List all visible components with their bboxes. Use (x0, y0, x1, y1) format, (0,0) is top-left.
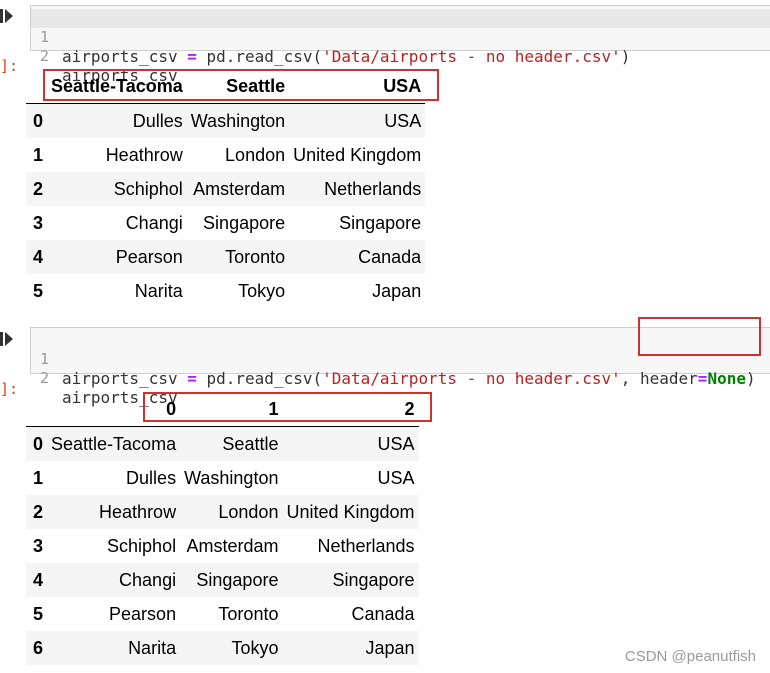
row-index: 4 (33, 569, 44, 590)
table-cell: Canada (358, 246, 422, 267)
table-row: 1 Heathrow London United Kingdom (26, 138, 425, 172)
table-cell: USA (377, 467, 415, 488)
column-header: Seattle (186, 69, 290, 104)
table-cell: Pearson (109, 603, 177, 624)
table-cell: Pearson (115, 246, 183, 267)
row-index: 3 (33, 535, 44, 556)
row-index: 5 (33, 280, 44, 301)
table-cell: Toronto (225, 246, 286, 267)
table-cell: London (218, 501, 279, 522)
table-row: 2 Heathrow London United Kingdom (26, 495, 419, 529)
table-header-row: 012 (26, 392, 419, 427)
row-index: 0 (33, 110, 44, 131)
table-cell: Japan (372, 280, 422, 301)
table-cell: London (225, 144, 286, 165)
index-header-cell (26, 69, 48, 104)
code-line: 1 airports_csv = pd.read_csv('Data/airpo… (31, 9, 770, 66)
index-header-cell (26, 392, 48, 427)
table-row: 6 Narita Tokyo Japan (26, 631, 419, 665)
line-number: 2 (39, 47, 49, 65)
table-row: 0 Dulles Washington USA (26, 103, 426, 138)
table-cell: Schiphol (107, 535, 177, 556)
run-cell-icon[interactable] (0, 8, 14, 24)
table-cell: Washington (184, 467, 279, 488)
table-cell: Heathrow (99, 501, 177, 522)
run-cell-icon[interactable] (0, 331, 14, 347)
row-index: 0 (33, 433, 44, 454)
output-prompt: ]: (0, 380, 19, 398)
code-line: 2 airports_csv (31, 28, 770, 85)
table-cell: Singapore (196, 569, 279, 590)
table-header-row: Seattle-Tacoma Seattle USA (26, 69, 426, 104)
row-index: 2 (33, 178, 44, 199)
table-row: 2 Schiphol Amsterdam Netherlands (26, 172, 426, 206)
table-row: 4 Pearson Toronto Canada (26, 240, 426, 274)
table-cell: Netherlands (317, 535, 415, 556)
table-cell: Seattle-Tacoma (51, 433, 177, 454)
column-header: 2 (282, 392, 419, 427)
column-header: 1 (180, 392, 283, 427)
code-line: 2 airports_csv (31, 350, 770, 407)
table-cell: Dulles (126, 467, 177, 488)
watermark: CSDN @peanutfish (624, 648, 756, 665)
table-cell: Singapore (203, 212, 286, 233)
table-row: 3 Schiphol Amsterdam Netherlands (26, 529, 419, 563)
table-cell: Tokyo (231, 637, 279, 658)
dataframe-output-1: Seattle-Tacoma Seattle USA 0 Dulles Washingt… (26, 69, 426, 308)
row-index: 1 (33, 144, 44, 165)
code-cell-1[interactable]: 1 airports_csv = pd.read_csv('Data/airpo… (30, 5, 770, 85)
table-cell: USA (384, 110, 422, 131)
row-index: 5 (33, 603, 44, 624)
table-row: 1 Dulles Washington USA (26, 461, 419, 495)
table-cell: Singapore (339, 212, 422, 233)
row-index: 2 (33, 501, 44, 522)
table-cell: United Kingdom (293, 144, 422, 165)
table-cell: Canada (351, 603, 415, 624)
dataframe-output-2: 012 0 Seattle-Tacoma Seattle USA 1 Dulles Wash… (26, 392, 419, 665)
table-cell: Changi (119, 569, 177, 590)
table-cell: Seattle (222, 433, 279, 454)
code-cell-2[interactable]: 1 airports_csv = pd.read_csv('Data/airpo… (30, 327, 770, 407)
table-cell: USA (377, 433, 415, 454)
line-number: 2 (39, 369, 49, 387)
table-row: 0 Seattle-Tacoma Seattle USA (26, 426, 419, 461)
table-cell: Japan (365, 637, 415, 658)
table-cell: United Kingdom (286, 501, 415, 522)
row-index: 6 (33, 637, 44, 658)
table-cell: Changi (125, 212, 183, 233)
column-header: Seattle-Tacoma (47, 69, 187, 104)
table-cell: Tokyo (238, 280, 286, 301)
table-cell: Narita (134, 280, 183, 301)
column-header: USA (289, 69, 426, 104)
table-cell: Narita (128, 637, 177, 658)
row-index: 3 (33, 212, 44, 233)
table-cell: Toronto (218, 603, 279, 624)
column-header: 0 (47, 392, 181, 427)
table-cell: Schiphol (113, 178, 183, 199)
table-cell: Washington (190, 110, 286, 131)
table-row: 5 Narita Tokyo Japan (26, 274, 425, 308)
table-cell: Amsterdam (186, 535, 279, 556)
output-prompt: ]: (0, 57, 19, 75)
table-cell: Netherlands (324, 178, 422, 199)
row-index: 4 (33, 246, 44, 267)
table-cell: Singapore (332, 569, 415, 590)
table-cell: Amsterdam (193, 178, 286, 199)
table-row: 3 Changi Singapore Singapore (26, 206, 425, 240)
table-row: 4 Changi Singapore Singapore (26, 563, 419, 597)
row-index: 1 (33, 467, 44, 488)
code-line: 1 airports_csv = pd.read_csv('Data/airpo… (31, 331, 770, 388)
table-cell: Heathrow (105, 144, 183, 165)
table-row: 5 Pearson Toronto Canada (26, 597, 419, 631)
table-cell: Dulles (132, 110, 183, 131)
